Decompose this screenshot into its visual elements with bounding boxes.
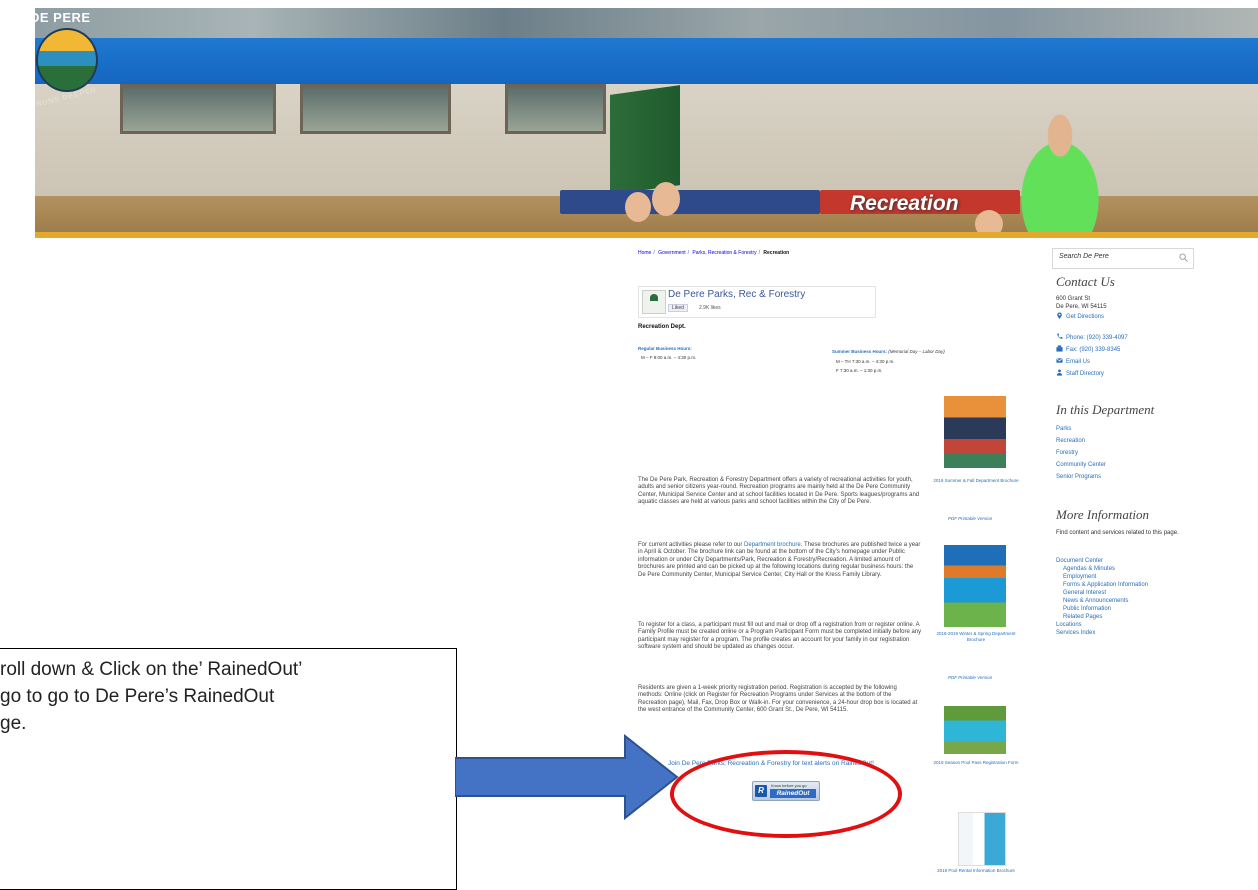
get-directions-link[interactable]: Get Directions bbox=[1056, 312, 1104, 320]
summer-fall-brochure-link[interactable]: 2019 Summer & Fall Department Brochure bbox=[930, 478, 1022, 484]
banner-window bbox=[505, 84, 606, 134]
banner-ceiling bbox=[0, 8, 1258, 40]
pool-pass-thumbnail[interactable] bbox=[944, 706, 1006, 754]
breadcrumb-current: Recreation bbox=[763, 250, 790, 256]
facebook-page-widget[interactable]: De Pere Parks, Rec & Forestry Liked 2.9K… bbox=[638, 286, 876, 318]
dept-link-parks[interactable]: Parks bbox=[1056, 426, 1071, 432]
highlight-circle bbox=[670, 750, 902, 838]
map-pin-icon bbox=[1057, 312, 1062, 319]
phone-icon bbox=[1057, 333, 1063, 339]
email-label: Email Us bbox=[1066, 359, 1091, 365]
priority-paragraph: Residents are given a 1-week priority re… bbox=[638, 685, 918, 714]
dept-link-community-center[interactable]: Community Center bbox=[1056, 462, 1106, 468]
pool-rental-link[interactable]: 2019 Pool Rental Information Brochure bbox=[930, 868, 1022, 874]
more-link-locations[interactable]: Locations bbox=[1056, 622, 1082, 628]
phone-link[interactable]: Phone: (920) 339-4097 bbox=[1056, 333, 1128, 341]
banner-top-strip bbox=[0, 0, 1258, 8]
address-line-2: De Pere, WI 54115 bbox=[1056, 304, 1107, 310]
address-line-1: 600 Grant St bbox=[1056, 296, 1091, 302]
banner-blue-bar bbox=[35, 38, 1258, 84]
instruction-line: go to go to De Pere’s RainedOut bbox=[0, 686, 275, 707]
pool-pass-link[interactable]: 2019 Season Pool Pass Registration Form bbox=[930, 760, 1022, 766]
summer-hours-title: Summer Business Hours: bbox=[832, 349, 888, 354]
brochure-paragraph: For current activities please refer to o… bbox=[638, 542, 922, 579]
summer-hours-weekdays: M – TH 7:30 a.m. – 4:30 p.m. bbox=[836, 359, 895, 364]
more-link-related-pages[interactable]: Related Pages bbox=[1063, 614, 1102, 620]
envelope-icon bbox=[1056, 358, 1063, 363]
department-heading: In this Department bbox=[1056, 402, 1155, 417]
staff-directory-label: Staff Directory bbox=[1066, 371, 1104, 377]
more-link-agendas[interactable]: Agendas & Minutes bbox=[1063, 566, 1115, 572]
breadcrumb-home[interactable]: Home bbox=[638, 250, 651, 256]
instruction-line: roll down & Click on the’ RainedOut’ bbox=[0, 659, 303, 680]
dept-link-recreation[interactable]: Recreation bbox=[1056, 438, 1085, 444]
summer-hours-friday: F 7:30 a.m. – 1:30 p.m. bbox=[836, 368, 883, 373]
users-icon bbox=[1056, 369, 1063, 376]
more-link-news[interactable]: News & Announcements bbox=[1063, 598, 1128, 604]
instruction-line: ge. bbox=[0, 713, 27, 734]
phone-label: Phone: (920) 339-4097 bbox=[1066, 335, 1128, 341]
summer-fall-pdf-link[interactable]: PDF Printable Version bbox=[948, 516, 992, 521]
contact-heading: Contact Us bbox=[1056, 274, 1115, 289]
more-link-services-index[interactable]: Services Index bbox=[1056, 630, 1095, 636]
facebook-page-name[interactable]: De Pere Parks, Rec & Forestry bbox=[668, 289, 805, 300]
banner-gym-wedge bbox=[610, 85, 680, 195]
more-link-employment[interactable]: Employment bbox=[1063, 574, 1096, 580]
brochure-paragraph-text: For current activities please refer to o… bbox=[638, 542, 745, 548]
banner-child bbox=[652, 182, 680, 216]
banner-window bbox=[300, 84, 451, 134]
dept-link-forestry[interactable]: Forestry bbox=[1056, 450, 1078, 456]
regular-hours-label: Regular Business Hours: bbox=[638, 346, 692, 351]
breadcrumb: Home / Government / Parks, Recreation & Fo… bbox=[638, 250, 790, 256]
summer-hours-label: Summer Business Hours: (Memorial Day – L… bbox=[832, 349, 945, 354]
pointer-arrow-icon bbox=[455, 734, 679, 820]
banner-gold-line bbox=[35, 232, 1258, 238]
more-info-text: Find content and services related to thi… bbox=[1056, 530, 1179, 536]
breadcrumb-parks[interactable]: Parks, Recreation & Forestry bbox=[692, 250, 756, 256]
department-title: Recreation Dept. bbox=[638, 324, 686, 330]
pool-rental-thumbnail[interactable] bbox=[958, 812, 1006, 866]
banner-window bbox=[120, 84, 276, 134]
department-brochure-link[interactable]: Department brochure bbox=[744, 542, 801, 548]
more-info-heading: More Information bbox=[1056, 507, 1150, 522]
intro-paragraph: The De Pere Park, Recreation & Forestry … bbox=[638, 477, 920, 506]
more-link-forms[interactable]: Forms & Application Information bbox=[1063, 582, 1148, 588]
fax-label: Fax: (920) 339-8345 bbox=[1066, 347, 1121, 353]
more-link-general-interest[interactable]: General Interest bbox=[1063, 590, 1106, 596]
dept-link-senior-programs[interactable]: Senior Programs bbox=[1056, 474, 1101, 480]
facebook-like-button[interactable]: Liked bbox=[668, 304, 688, 312]
site-search bbox=[1052, 248, 1194, 269]
fax-icon bbox=[1056, 345, 1063, 352]
banner-mat bbox=[560, 190, 820, 214]
more-link-document-center[interactable]: Document Center bbox=[1056, 558, 1103, 564]
winter-spring-brochure-thumbnail[interactable] bbox=[944, 545, 1006, 627]
banner-child bbox=[625, 192, 651, 222]
summer-fall-brochure-thumbnail[interactable] bbox=[944, 396, 1006, 468]
banner-instructor bbox=[1000, 110, 1120, 238]
page-title: Recreation bbox=[850, 192, 959, 215]
logo-name: DE PERE bbox=[30, 10, 91, 25]
winter-spring-brochure-link[interactable]: 2018-2019 Winter & Spring Department Bro… bbox=[928, 631, 1024, 643]
search-input[interactable] bbox=[1057, 252, 1171, 261]
header-banner: Recreation bbox=[0, 0, 1258, 238]
email-link[interactable]: Email Us bbox=[1056, 357, 1090, 365]
logo-badge-icon bbox=[36, 28, 98, 92]
fax-line: Fax: (920) 339-8345 bbox=[1056, 345, 1120, 353]
regular-hours: M – F 8:00 a.m. – 4:30 p.m. bbox=[641, 355, 697, 360]
search-icon[interactable] bbox=[1179, 253, 1188, 262]
more-link-public-information[interactable]: Public Information bbox=[1063, 606, 1111, 612]
staff-directory-link[interactable]: Staff Directory bbox=[1056, 369, 1104, 377]
facebook-like-count: 2.9K likes bbox=[699, 305, 721, 311]
instruction-callout-text: roll down & Click on the’ RainedOut’ go … bbox=[0, 656, 440, 737]
winter-spring-pdf-link[interactable]: PDF Printable Version bbox=[948, 675, 992, 680]
facebook-page-thumbnail bbox=[642, 290, 666, 314]
get-directions-label: Get Directions bbox=[1066, 314, 1105, 320]
summer-hours-note: (Memorial Day – Labor Day) bbox=[888, 349, 945, 354]
registration-paragraph: To register for a class, a participant m… bbox=[638, 622, 922, 651]
breadcrumb-government[interactable]: Government bbox=[658, 250, 686, 256]
